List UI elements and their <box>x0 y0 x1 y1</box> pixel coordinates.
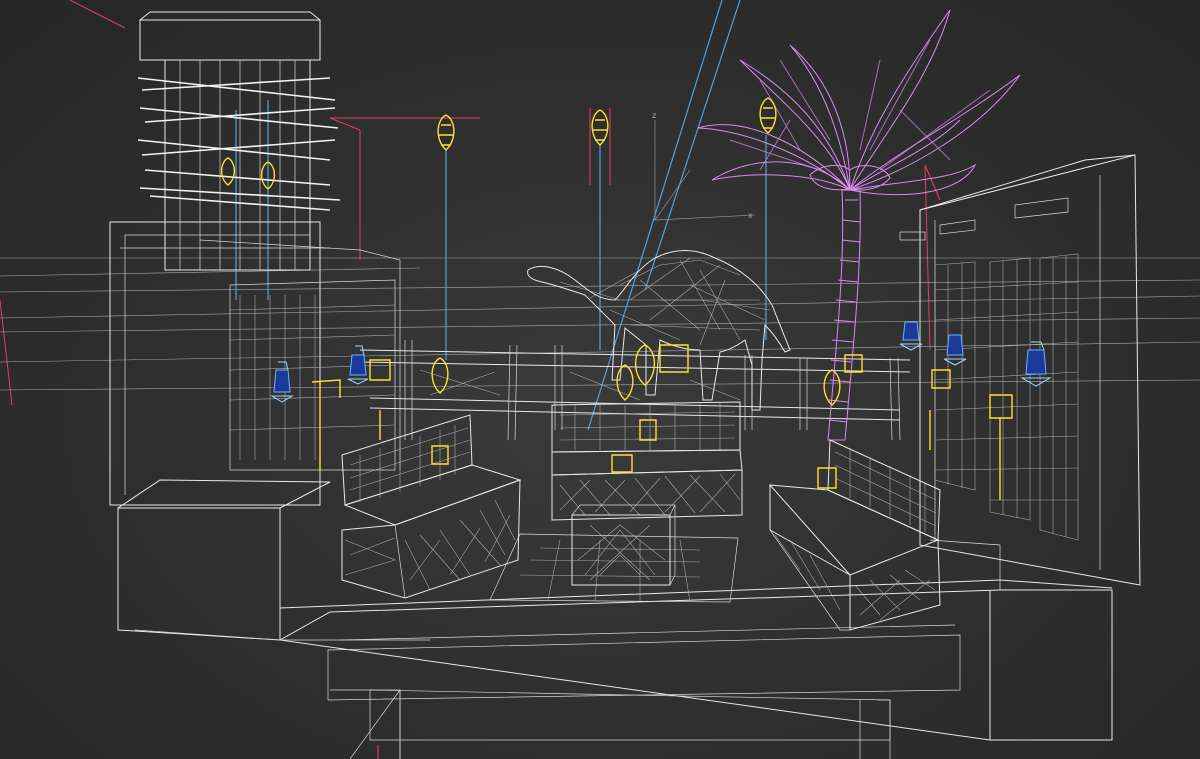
platform[interactable] <box>117 479 1113 759</box>
pendant-lamp-icon[interactable] <box>591 109 609 146</box>
sofa-right[interactable] <box>768 439 941 631</box>
foreground-structure <box>330 689 891 759</box>
lantern-icon[interactable] <box>347 345 369 385</box>
axis-gizmo: z x <box>652 111 756 221</box>
axis-z-glyph: z <box>652 111 656 120</box>
pendant-lamp-icon[interactable] <box>759 97 777 134</box>
lantern-icon[interactable] <box>943 334 967 366</box>
pendant-lamp-icon[interactable] <box>220 157 276 190</box>
light-cables <box>235 0 767 431</box>
camel[interactable] <box>527 250 791 411</box>
axis-x-glyph: x <box>748 211 753 220</box>
sofa-left[interactable] <box>341 414 522 599</box>
wireframe-scene[interactable]: z x <box>0 0 1200 759</box>
pendant-lamp-icon[interactable] <box>437 114 455 151</box>
screen-lattice <box>934 253 1079 541</box>
lattice-tower[interactable] <box>109 11 401 506</box>
lantern-icon[interactable] <box>1020 341 1052 387</box>
selection-helper-lines <box>0 0 941 759</box>
lantern-icon[interactable] <box>899 321 923 351</box>
lanterns[interactable] <box>270 321 1052 403</box>
viewport-3d[interactable]: z x <box>0 0 1200 759</box>
helper-gizmos-yellow <box>311 344 1013 500</box>
palm-tree[interactable] <box>697 9 1021 441</box>
